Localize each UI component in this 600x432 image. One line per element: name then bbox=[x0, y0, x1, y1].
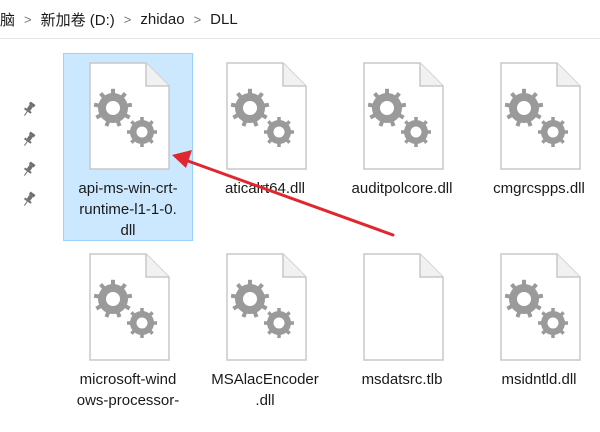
gear-file-icon bbox=[225, 253, 307, 361]
gear-file-icon bbox=[499, 62, 581, 170]
file-item[interactable]: aticalrt64.dll bbox=[200, 53, 330, 241]
gear-file-icon bbox=[225, 62, 307, 170]
address-bar[interactable]: 脑 > 新加卷 (D:) > zhidao > DLL bbox=[0, 0, 600, 39]
navigation-pane bbox=[0, 39, 46, 400]
pin-icon[interactable] bbox=[21, 191, 37, 207]
file-item[interactable]: msdatsrc.tlb bbox=[337, 244, 467, 432]
file-name: aticalrt64.dll bbox=[224, 180, 306, 197]
chevron-right-icon[interactable]: > bbox=[189, 12, 207, 27]
breadcrumb-drive-d[interactable]: 新加卷 (D:) bbox=[37, 9, 119, 30]
breadcrumb-this-pc[interactable]: 脑 bbox=[0, 9, 19, 30]
chevron-right-icon[interactable]: > bbox=[119, 12, 137, 27]
gear-file-icon bbox=[88, 253, 170, 361]
gear-file-icon bbox=[362, 62, 444, 170]
file-name: MSAlacEncoder .dll bbox=[211, 371, 319, 409]
gear-file-icon bbox=[499, 253, 581, 361]
pin-icon[interactable] bbox=[21, 101, 37, 117]
chevron-right-icon[interactable]: > bbox=[19, 12, 37, 27]
file-item[interactable]: api-ms-win-crt- runtime-l1-1-0. dll bbox=[63, 53, 193, 241]
file-item[interactable]: MSAlacEncoder .dll bbox=[200, 244, 330, 432]
file-item[interactable]: auditpolcore.dll bbox=[337, 53, 467, 241]
gear-file-icon bbox=[88, 62, 170, 170]
file-name: auditpolcore.dll bbox=[351, 180, 453, 197]
blank-file-icon bbox=[362, 253, 444, 361]
file-grid: api-ms-win-crt- runtime-l1-1-0. dll atica… bbox=[46, 39, 600, 409]
file-name: cmgrcspps.dll bbox=[493, 180, 585, 197]
file-item[interactable]: microsoft-wind ows-processor- bbox=[63, 244, 193, 432]
file-item[interactable]: msidntld.dll bbox=[474, 244, 600, 432]
pin-icon[interactable] bbox=[21, 131, 37, 147]
breadcrumb-zhidao[interactable]: zhidao bbox=[136, 11, 188, 28]
file-item[interactable]: cmgrcspps.dll bbox=[474, 53, 600, 241]
file-name: microsoft-wind ows-processor- bbox=[76, 371, 180, 409]
file-name: api-ms-win-crt- runtime-l1-1-0. dll bbox=[78, 180, 178, 239]
breadcrumb-dll[interactable]: DLL bbox=[206, 11, 242, 28]
file-name: msidntld.dll bbox=[501, 371, 577, 388]
file-name: msdatsrc.tlb bbox=[361, 371, 443, 388]
pin-icon[interactable] bbox=[21, 161, 37, 177]
